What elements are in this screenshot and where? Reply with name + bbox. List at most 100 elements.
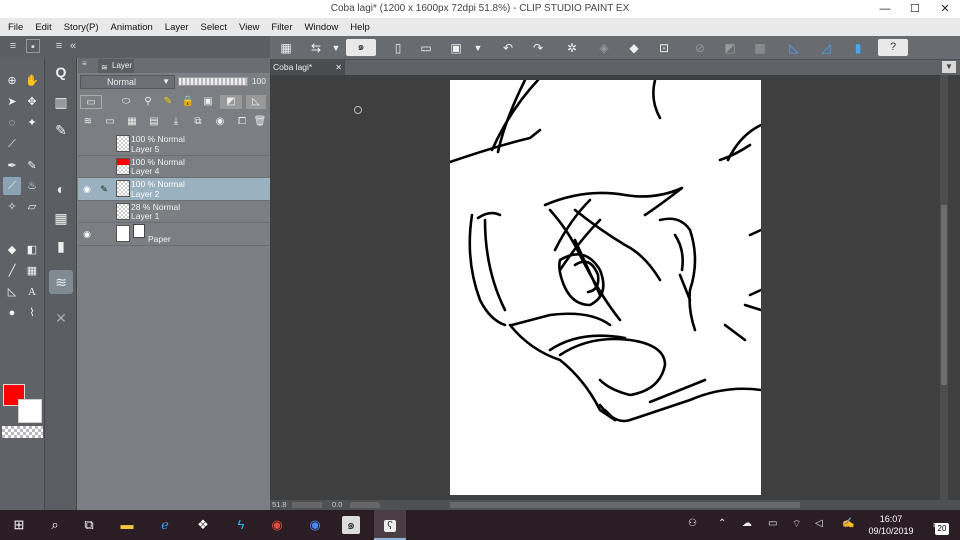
- maximize-button[interactable]: ☐: [900, 0, 930, 18]
- dropbox-icon[interactable]: ❖: [194, 516, 212, 534]
- edit-target-icon[interactable]: [98, 161, 110, 173]
- minimize-button[interactable]: —: [870, 0, 900, 18]
- onedrive-icon[interactable]: ☁: [742, 518, 752, 529]
- system-clock[interactable]: 16:07 09/10/2019: [865, 513, 917, 537]
- drawing-canvas[interactable]: [448, 78, 763, 495]
- transparent-color-swatch[interactable]: [2, 426, 43, 438]
- pencil-tool-icon[interactable]: ✎: [23, 157, 41, 175]
- volume-icon[interactable]: ◁: [815, 518, 823, 529]
- edit-target-icon[interactable]: [98, 228, 110, 240]
- close-tab-icon[interactable]: ✕: [335, 60, 342, 75]
- gradient-tool-icon[interactable]: ◧: [23, 241, 41, 259]
- brush-size-panel-icon[interactable]: ✎: [49, 118, 73, 142]
- cloud-sync-icon[interactable]: ⇆: [306, 39, 326, 57]
- blend-mode-select[interactable]: Normal ▼: [80, 75, 175, 89]
- open-folder-icon[interactable]: ▭: [416, 39, 436, 57]
- layer-property-panel-icon[interactable]: ✕: [49, 306, 73, 330]
- horizontal-scrollbar[interactable]: [450, 502, 800, 508]
- zoom-level[interactable]: 51.8: [272, 500, 287, 509]
- edit-target-icon[interactable]: [98, 138, 110, 150]
- eyedropper-tool-icon[interactable]: ⟋: [3, 135, 21, 153]
- layer-row-paper[interactable]: ◉ Paper: [78, 223, 270, 246]
- opacity-slider[interactable]: [178, 77, 248, 86]
- frame-border-tool-icon[interactable]: ▦: [23, 262, 41, 280]
- color-wheel-panel-icon[interactable]: ◐: [49, 177, 73, 201]
- eye-icon[interactable]: ◉: [81, 183, 93, 195]
- new-raster-layer-icon[interactable]: ▭: [102, 115, 118, 129]
- ruler-tool-icon[interactable]: ◺: [3, 283, 21, 301]
- vertical-scroll-thumb[interactable]: [941, 205, 947, 385]
- panel-collapse-icon[interactable]: ▪: [26, 39, 40, 53]
- layer-color-icon[interactable]: ▭: [80, 95, 102, 109]
- menu-edit[interactable]: Edit: [29, 22, 57, 33]
- navigator-panel-icon[interactable]: Q: [49, 60, 73, 84]
- chrome-icon[interactable]: ◉: [268, 516, 286, 534]
- battery-icon[interactable]: ▭: [768, 518, 777, 529]
- panel-menu-icon-2[interactable]: ≡: [52, 39, 66, 53]
- hand-tool-icon[interactable]: ✋: [23, 72, 41, 90]
- create-mask-icon[interactable]: ◉: [212, 115, 228, 129]
- vertical-scrollbar[interactable]: [940, 75, 948, 500]
- clip-studio-button[interactable]: ๑: [346, 39, 376, 56]
- wifi-icon[interactable]: ⌔: [792, 518, 801, 531]
- ruler-enable-icon[interactable]: ◺: [246, 95, 266, 109]
- layer-panel-icon[interactable]: ≋: [49, 270, 73, 294]
- new-vector-layer-icon[interactable]: ▦: [124, 115, 140, 129]
- action-center-button[interactable]: ▭ 20: [929, 518, 949, 535]
- canvas-area[interactable]: Coba lagi* ✕ ▼ 51.8 0.0: [270, 60, 960, 510]
- delete-layer-icon[interactable]: 🗑: [252, 115, 268, 129]
- menu-file[interactable]: File: [0, 22, 29, 33]
- menu-window[interactable]: Window: [299, 22, 345, 33]
- document-tab[interactable]: Coba lagi* ✕: [270, 60, 345, 75]
- layer-list-toggle-icon[interactable]: ≋: [80, 115, 96, 129]
- clip-layer-icon[interactable]: ⬭: [118, 95, 134, 109]
- redo-icon[interactable]: ↷: [528, 39, 548, 57]
- brush-tool-icon[interactable]: ⟋: [3, 177, 21, 195]
- snap-grid-icon[interactable]: ▮: [848, 39, 868, 57]
- transfer-lower-icon[interactable]: ⤓: [168, 115, 184, 129]
- layout-grid-icon[interactable]: ▦: [276, 39, 296, 57]
- chevron-down-icon[interactable]: ▼: [942, 61, 956, 73]
- file-explorer-icon[interactable]: ▬: [118, 516, 136, 534]
- lock-transparent-icon[interactable]: ▣: [200, 95, 216, 109]
- menu-animation[interactable]: Animation: [105, 22, 159, 33]
- reference-layer-icon[interactable]: ⚲: [140, 95, 156, 109]
- text-tool-icon[interactable]: A: [23, 283, 41, 301]
- clip-studio-icon[interactable]: ๑: [342, 516, 360, 534]
- layer-row-layer-5[interactable]: 100 % Normal Layer 5: [78, 133, 270, 156]
- people-icon[interactable]: ⚇: [688, 518, 697, 529]
- fill-icon[interactable]: ◆: [624, 39, 644, 57]
- pen-edit-icon[interactable]: ✎: [98, 183, 110, 195]
- rotation-slider[interactable]: [350, 502, 380, 508]
- figure-tool-icon[interactable]: ╱: [3, 262, 21, 280]
- windows-start-icon[interactable]: ⊞: [10, 516, 28, 534]
- menu-select[interactable]: Select: [195, 22, 233, 33]
- zoom-slider[interactable]: [292, 502, 322, 508]
- dropdown-arrow-icon[interactable]: ▼: [326, 39, 346, 57]
- layer-row-layer-4[interactable]: 100 % Normal Layer 4: [78, 155, 270, 178]
- chrome-canary-icon[interactable]: ◉: [306, 516, 324, 534]
- task-view-icon[interactable]: ⧉: [80, 516, 98, 534]
- merge-layer-icon[interactable]: ⧉: [190, 115, 206, 129]
- menu-story[interactable]: Story(P): [58, 22, 105, 33]
- visibility-off-icon[interactable]: [81, 206, 93, 218]
- color-set-panel-icon[interactable]: ▦: [49, 206, 73, 230]
- pen-tool-icon[interactable]: ✒: [3, 157, 21, 175]
- visibility-off-icon[interactable]: [81, 138, 93, 150]
- transform-icon[interactable]: ⊡: [654, 39, 674, 57]
- correct-line-tool-icon[interactable]: ⌇: [23, 304, 41, 322]
- snap-ruler-icon[interactable]: ◺: [784, 39, 804, 57]
- balloon-tool-icon[interactable]: ●: [3, 304, 21, 322]
- tool-property-panel-icon[interactable]: ▥: [49, 90, 73, 114]
- apply-mask-icon[interactable]: ⧠: [234, 115, 250, 129]
- decoration-tool-icon[interactable]: ✧: [3, 198, 21, 216]
- tray-chevron-up-icon[interactable]: ⌃: [718, 518, 726, 529]
- rotation-angle[interactable]: 0.0: [332, 500, 342, 509]
- search-icon[interactable]: ⌕: [46, 516, 64, 534]
- move-layer-tool-icon[interactable]: ✥: [23, 93, 41, 111]
- undo-icon[interactable]: ↶: [498, 39, 518, 57]
- visibility-off-icon[interactable]: [81, 161, 93, 173]
- zoom-tool-icon[interactable]: ⊕: [3, 72, 21, 90]
- edit-target-icon[interactable]: [98, 206, 110, 218]
- material-panel-icon[interactable]: ▮: [49, 234, 73, 258]
